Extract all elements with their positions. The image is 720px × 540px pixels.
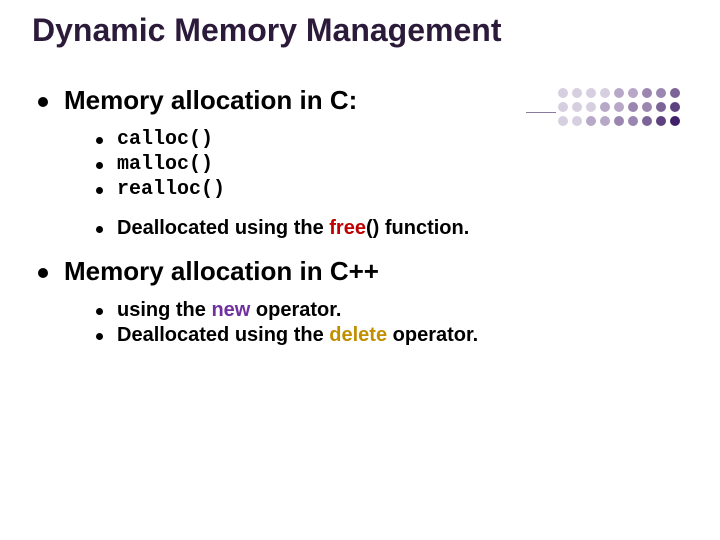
bullet-calloc: calloc()	[96, 128, 688, 151]
bullet-dot-icon	[96, 162, 103, 169]
bullet-realloc: realloc()	[96, 178, 688, 201]
bullet-dot-icon	[96, 333, 103, 340]
new-suffix: operator.	[250, 299, 341, 321]
bullet-dot-icon	[96, 137, 103, 144]
dealloc-suffix: () function.	[366, 217, 469, 239]
bullet-new: using the new operator.	[96, 299, 688, 322]
bullet-text: Deallocated using the free() function.	[117, 217, 469, 240]
bullet-text: using the new operator.	[117, 299, 342, 322]
bullet-text: malloc()	[117, 153, 213, 176]
bullet-dot-icon	[96, 308, 103, 315]
bullet-malloc: malloc()	[96, 153, 688, 176]
new-prefix: using the	[117, 299, 211, 321]
bullet-text: Memory allocation in C:	[64, 85, 357, 116]
bullet-text: realloc()	[117, 178, 225, 201]
slide-title: Dynamic Memory Management	[32, 12, 688, 49]
delete-suffix: operator.	[387, 324, 478, 346]
bullet-text: calloc()	[117, 128, 213, 151]
bullet-memory-c: Memory allocation in C:	[38, 85, 688, 116]
bullet-memory-cpp: Memory allocation in C++	[38, 256, 688, 287]
bullet-dot-icon	[38, 97, 48, 107]
dealloc-prefix: Deallocated using the	[117, 217, 329, 239]
bullet-text: Deallocated using the delete operator.	[117, 324, 478, 347]
keyword-delete: delete	[329, 324, 387, 346]
bullet-dot-icon	[38, 268, 48, 278]
bullet-text: Memory allocation in C++	[64, 256, 379, 287]
keyword-free: free	[329, 217, 366, 239]
keyword-new: new	[211, 299, 250, 321]
bullet-free: Deallocated using the free() function.	[96, 217, 688, 240]
delete-prefix: Deallocated using the	[117, 324, 329, 346]
bullet-dot-icon	[96, 226, 103, 233]
slide-body: Dynamic Memory Management Memory allocat…	[0, 0, 720, 347]
bullet-dot-icon	[96, 187, 103, 194]
bullet-delete: Deallocated using the delete operator.	[96, 324, 688, 347]
